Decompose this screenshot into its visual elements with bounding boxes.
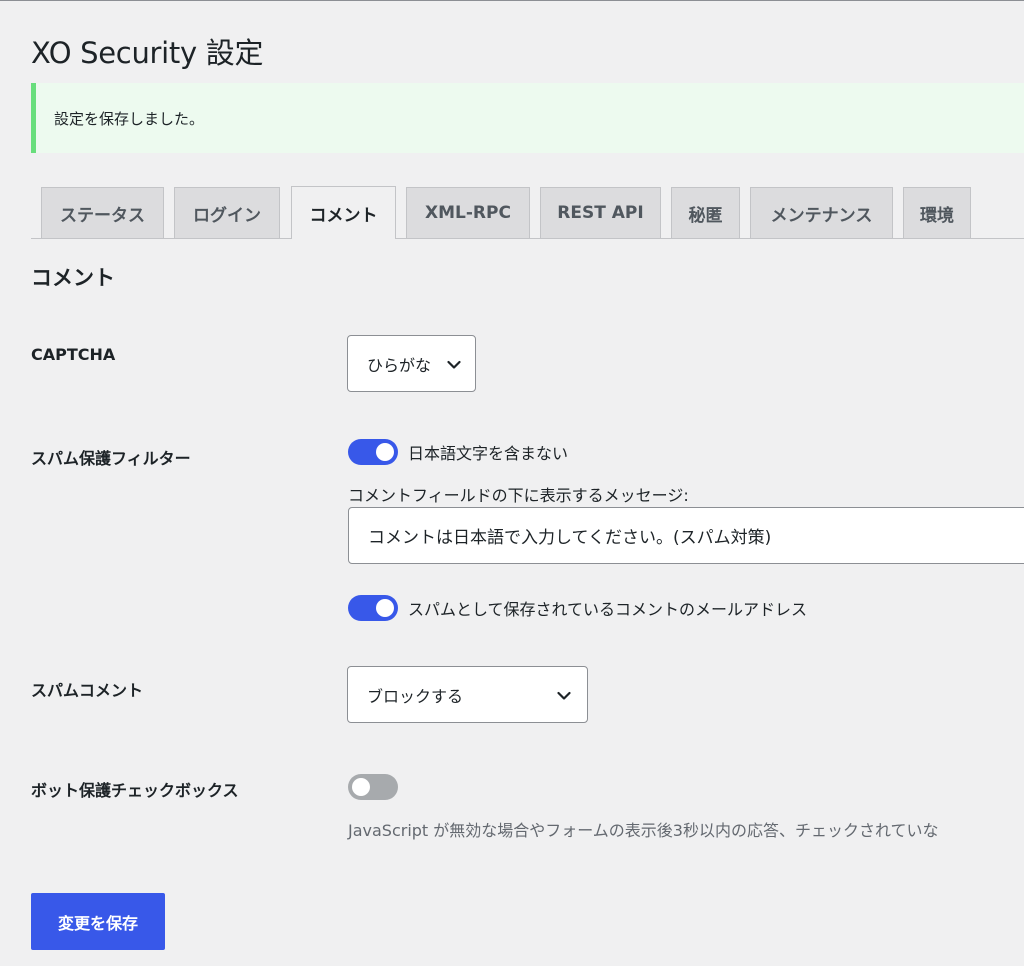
message-field-label: コメントフィールドの下に表示するメッセージ: <box>348 486 689 505</box>
captcha-select[interactable]: ひらがな <box>347 335 476 392</box>
settings-tabs: ステータス ログイン コメント XML-RPC REST API 秘匿 メンテナ… <box>31 186 1024 239</box>
top-border <box>0 0 1024 1</box>
tab-xml-rpc[interactable]: XML-RPC <box>406 187 530 238</box>
message-input[interactable] <box>348 507 1024 564</box>
bot-checkbox-description: JavaScript が無効な場合やフォームの表示後3秒以内の応答、チェックされ… <box>348 821 939 840</box>
toggle-knob <box>352 778 370 796</box>
email-filter-row: スパムとして保存されているコメントのメールアドレス <box>348 595 807 621</box>
tab-label: ステータス <box>60 205 145 226</box>
save-changes-button[interactable]: 変更を保存 <box>31 893 165 950</box>
chevron-down-icon <box>557 685 571 704</box>
toggle-knob <box>376 599 394 617</box>
tab-label: 秘匿 <box>688 205 723 226</box>
tab-status[interactable]: ステータス <box>41 187 164 238</box>
tab-maintenance[interactable]: メンテナンス <box>750 187 893 238</box>
tab-rest-api[interactable]: REST API <box>540 187 661 238</box>
section-title: コメント <box>31 266 115 290</box>
bot-checkbox-row <box>348 774 398 800</box>
spam-comment-select[interactable]: ブロックする <box>347 666 588 723</box>
email-filter-label: スパムとして保存されているコメントのメールアドレス <box>408 600 808 619</box>
japanese-filter-row: 日本語文字を含まない <box>348 439 568 465</box>
tabs-divider <box>31 238 1024 239</box>
page-title: XO Security 設定 <box>31 36 264 70</box>
tab-label: メンテナンス <box>770 205 873 226</box>
tab-hidden[interactable]: 秘匿 <box>671 187 740 238</box>
tab-environment[interactable]: 環境 <box>903 187 971 238</box>
captcha-selected-value: ひらがな <box>367 355 432 375</box>
captcha-label: CAPTCHA <box>31 345 116 364</box>
tab-label: 環境 <box>920 205 954 226</box>
tab-comment[interactable]: コメント <box>291 186 396 239</box>
tab-label: ログイン <box>193 205 261 226</box>
success-notice: 設定を保存しました。 <box>31 83 1024 153</box>
bot-checkbox-label: ボット保護チェックボックス <box>31 781 239 800</box>
tab-label: コメント <box>309 205 378 226</box>
tab-login[interactable]: ログイン <box>174 187 280 238</box>
notice-message: 設定を保存しました。 <box>54 109 205 128</box>
japanese-filter-label: 日本語文字を含まない <box>408 444 569 463</box>
toggle-knob <box>376 443 394 461</box>
spam-comment-label: スパムコメント <box>31 681 144 700</box>
tab-label: XML-RPC <box>425 203 511 223</box>
email-filter-toggle[interactable] <box>348 595 398 621</box>
japanese-filter-toggle[interactable] <box>348 439 398 465</box>
spam-filter-label: スパム保護フィルター <box>31 449 191 468</box>
chevron-down-icon <box>447 354 461 373</box>
tab-label: REST API <box>557 203 644 223</box>
spam-comment-selected-value: ブロックする <box>367 686 464 706</box>
bot-checkbox-toggle[interactable] <box>348 774 398 800</box>
